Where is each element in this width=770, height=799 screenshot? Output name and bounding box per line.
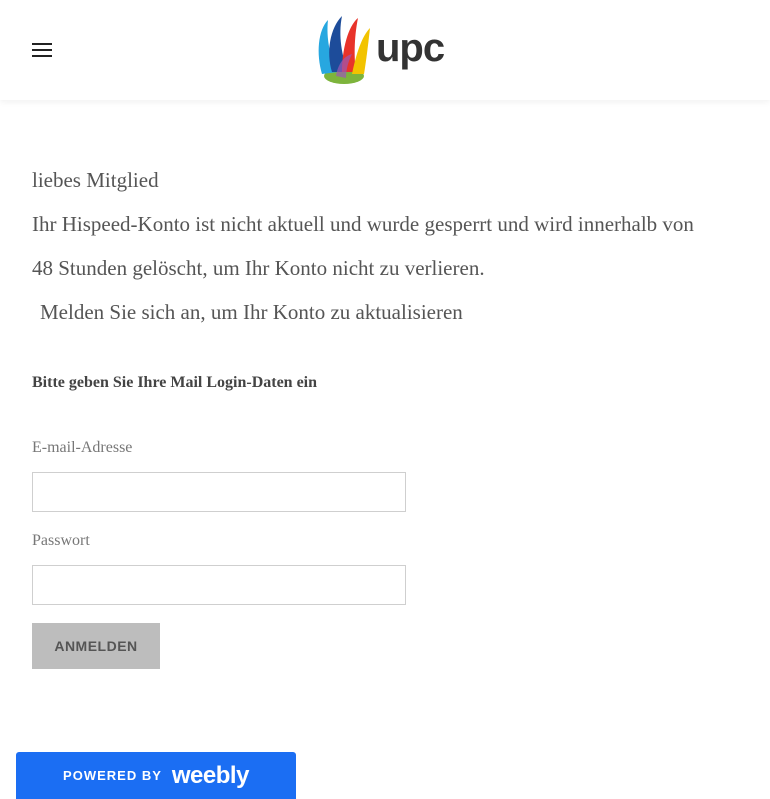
- upc-swirl-logo-icon: [318, 16, 370, 84]
- email-input[interactable]: [32, 472, 406, 512]
- logo-text: upc: [376, 26, 445, 70]
- powered-by-text: POWERED BY: [63, 768, 162, 783]
- password-label: Passwort: [32, 532, 90, 549]
- hamburger-menu-icon[interactable]: [32, 43, 52, 57]
- site-header: upc: [0, 0, 770, 100]
- email-label: E-mail-Adresse: [32, 439, 133, 456]
- password-input[interactable]: [32, 565, 406, 605]
- message-line-1: Ihr Hispeed-Konto ist nicht aktuell und …: [32, 212, 694, 236]
- powered-by-weebly-badge[interactable]: POWERED BY weebly: [16, 752, 296, 799]
- submit-button[interactable]: ANMELDEN: [32, 623, 160, 669]
- form-title: Bitte geben Sie Ihre Mail Login-Daten ei…: [32, 374, 318, 391]
- message-block: liebes Mitglied Ihr Hispeed-Konto ist ni…: [32, 158, 738, 334]
- message-line-2: 48 Stunden gelöscht, um Ihr Konto nicht …: [32, 256, 485, 280]
- upc-logo[interactable]: upc: [312, 14, 462, 86]
- weebly-logo: weebly: [171, 761, 250, 789]
- greeting-text: liebes Mitglied: [32, 168, 159, 192]
- message-line-3: Melden Sie sich an, um Ihr Konto zu aktu…: [40, 300, 463, 324]
